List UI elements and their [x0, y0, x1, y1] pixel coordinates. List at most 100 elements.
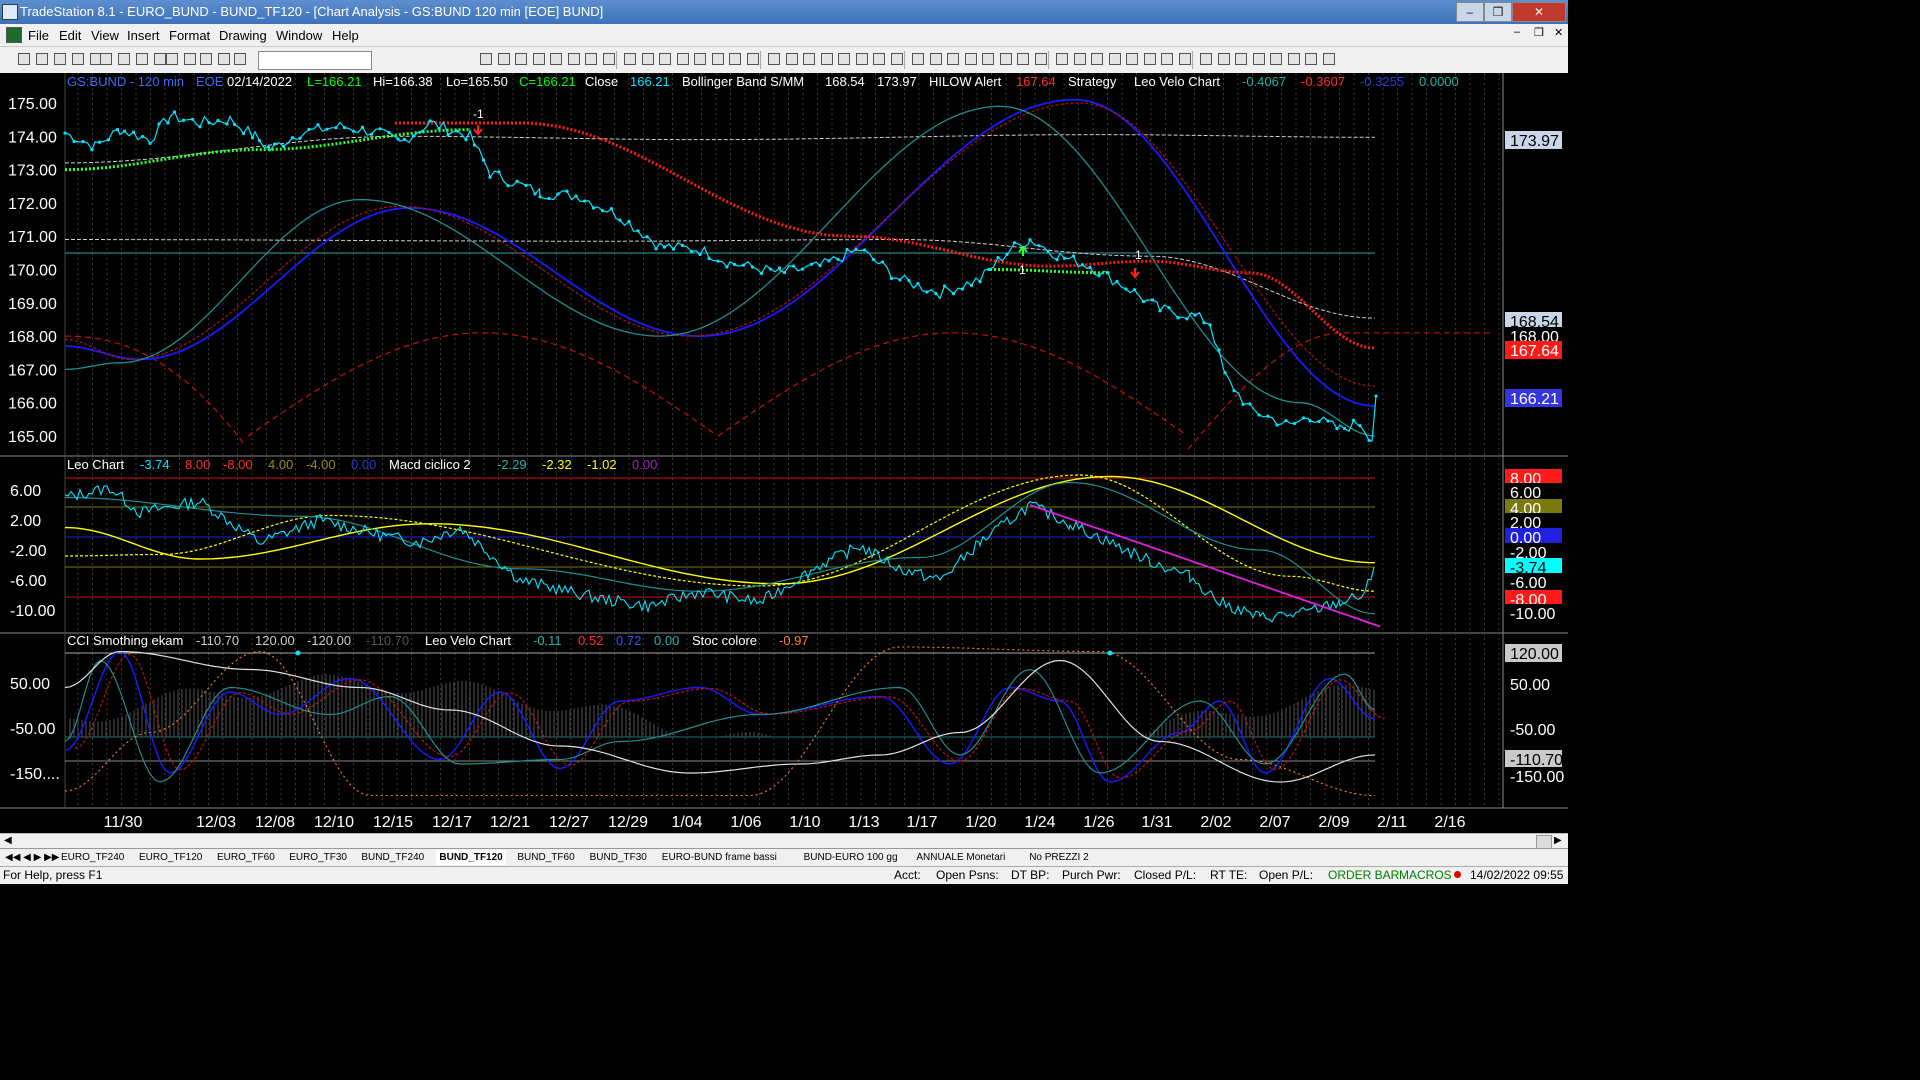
toolbar-tool-17[interactable]	[785, 53, 798, 65]
menu-format[interactable]: Format	[169, 28, 210, 43]
workspace-tab[interactable]: EURO-BUND frame bassi	[659, 850, 780, 865]
toolbar-tool-9[interactable]	[641, 53, 654, 65]
toolbar-tool-11[interactable]	[676, 53, 689, 65]
workspace-tab[interactable]: BUND_TF30	[587, 850, 650, 865]
toolbar-tool-29[interactable]	[999, 53, 1012, 65]
toolbar-tool-45[interactable]	[1287, 53, 1300, 65]
toolbar-tool-23[interactable]	[890, 53, 903, 65]
toolbar-tool-28[interactable]	[982, 53, 994, 65]
menu-edit[interactable]: Edit	[59, 28, 81, 43]
toolbar-tool-40[interactable]	[1200, 53, 1212, 65]
toolbar-tool-3[interactable]	[532, 53, 545, 65]
toolbar-tool-44[interactable]	[1270, 53, 1282, 65]
toolbar-tool-13[interactable]	[711, 53, 724, 65]
toolbar-tool-46[interactable]	[1305, 53, 1317, 65]
toolbar-button-7[interactable]	[136, 53, 148, 65]
toolbar-tool-22[interactable]	[873, 53, 885, 65]
chart-area[interactable]: 175.00 174.00 173.00 172.00 171.00 170.00 169.…	[0, 73, 1568, 833]
symbol-combobox[interactable]	[258, 51, 372, 70]
toolbar-tool-21[interactable]	[855, 53, 868, 65]
workspace-tab[interactable]: BUND_TF120	[436, 850, 506, 865]
mdi-restore-button[interactable]: ❒	[1534, 26, 1544, 39]
toolbar-button-1[interactable]	[36, 53, 48, 65]
toolbar-tool-24[interactable]	[912, 53, 924, 65]
toolbar-button-9[interactable]	[166, 53, 178, 65]
toolbar-button-13[interactable]	[234, 53, 246, 65]
menu-help[interactable]: Help	[332, 28, 359, 43]
mdi-close-button[interactable]: ✕	[1554, 26, 1563, 39]
toolbar-tool-37[interactable]	[1143, 53, 1156, 65]
toolbar-tool-42[interactable]	[1235, 53, 1247, 65]
toolbar-button-12[interactable]	[218, 53, 230, 65]
toolbar-tool-4[interactable]	[550, 53, 562, 65]
toolbar-tool-7[interactable]	[602, 53, 615, 65]
workspace-tab[interactable]: EURO_TF240	[58, 850, 127, 865]
toolbar-tool-14[interactable]	[729, 53, 741, 65]
toolbar-tool-8[interactable]	[624, 53, 636, 65]
menu-drawing[interactable]: Drawing	[219, 28, 267, 43]
toolbar-button-10[interactable]	[184, 53, 196, 65]
horizontal-scrollbar[interactable]: ◀ ▶	[0, 833, 1568, 849]
menu-file[interactable]: File	[28, 28, 49, 43]
toolbar-tool-31[interactable]	[1034, 53, 1047, 65]
toolbar-tool-41[interactable]	[1217, 53, 1230, 65]
toolbar-tool-19[interactable]	[820, 53, 833, 65]
scroll-thumb[interactable]	[1536, 835, 1552, 849]
toolbar-tool-16[interactable]	[768, 53, 780, 65]
workspace-tab[interactable]: BUND-EURO 100 gg	[801, 850, 901, 865]
toolbar-button-5[interactable]	[100, 53, 112, 65]
toolbar-tool-35[interactable]	[1108, 53, 1121, 65]
scroll-left-icon[interactable]: ◀	[4, 835, 12, 846]
toolbar-tool-47[interactable]	[1322, 53, 1335, 65]
workspace-tab[interactable]: ANNUALE Monetari	[913, 850, 1008, 865]
menu-insert[interactable]: Insert	[127, 28, 160, 43]
mdi-minimize-button[interactable]: –	[1514, 26, 1520, 38]
toolbar-tool-33[interactable]	[1073, 53, 1086, 65]
toolbar-tool-10[interactable]	[659, 53, 671, 65]
order-bar-label[interactable]: ORDER BAR	[1328, 868, 1399, 882]
toolbar-tool-18[interactable]	[803, 53, 815, 65]
workspace-tab[interactable]: BUND_TF240	[358, 850, 427, 865]
close-button[interactable]: ✕	[1512, 2, 1566, 22]
toolbar-tool-32[interactable]	[1056, 53, 1068, 65]
toolbar-tool-36[interactable]	[1126, 53, 1138, 65]
workspace-tab[interactable]: EURO_TF120	[136, 850, 205, 865]
toolbar-tool-12[interactable]	[694, 53, 706, 65]
toolbar-tool-0[interactable]	[480, 53, 492, 65]
toolbar-tool-5[interactable]	[567, 53, 580, 65]
toolbar-tool-15[interactable]	[746, 53, 759, 65]
macros-label[interactable]: MACROS	[1399, 868, 1452, 882]
toolbar-tool-6[interactable]	[585, 53, 597, 65]
toolbar-tool-25[interactable]	[929, 53, 942, 65]
toolbar-tool-30[interactable]	[1017, 53, 1029, 65]
workspace-tab[interactable]: EURO_TF30	[286, 850, 350, 865]
toolbar-button-8[interactable]	[154, 53, 166, 65]
toolbar-tool-26[interactable]	[947, 53, 959, 65]
toolbar-button-2[interactable]	[54, 53, 66, 65]
toolbar-tool-34[interactable]	[1091, 53, 1103, 65]
menu-window[interactable]: Window	[276, 28, 322, 43]
minimize-button[interactable]: –	[1456, 2, 1484, 22]
toolbar-button-6[interactable]	[118, 53, 130, 65]
chart-window-icon[interactable]	[6, 27, 22, 43]
workspace-tab[interactable]: BUND_TF60	[514, 850, 577, 865]
price-bar	[654, 247, 658, 251]
toolbar-tool-27[interactable]	[964, 53, 977, 65]
toolbar-tool-39[interactable]	[1178, 53, 1191, 65]
tab-navigation-icon[interactable]: ◀◀ ◀ ▶ ▶▶	[2, 850, 62, 865]
chart-canvas[interactable]: 175.00 174.00 173.00 172.00 171.00 170.00 169.…	[0, 73, 1568, 833]
toolbar-tool-1[interactable]	[497, 53, 510, 65]
scroll-right-icon[interactable]: ▶	[1554, 835, 1562, 846]
toolbar-tool-38[interactable]	[1161, 53, 1173, 65]
toolbar-tool-20[interactable]	[838, 53, 850, 65]
toolbar-tool-2[interactable]	[515, 53, 527, 65]
price-bar	[1266, 414, 1270, 418]
workspace-tab[interactable]: EURO_TF60	[214, 850, 278, 865]
toolbar-button-0[interactable]	[18, 53, 30, 65]
menu-view[interactable]: View	[91, 28, 119, 43]
toolbar-tool-43[interactable]	[1252, 53, 1265, 65]
maximize-button[interactable]: ❒	[1484, 2, 1512, 22]
toolbar-button-3[interactable]	[72, 53, 84, 65]
workspace-tab[interactable]: No PREZZI 2	[1026, 850, 1091, 865]
toolbar-button-11[interactable]	[200, 53, 212, 65]
